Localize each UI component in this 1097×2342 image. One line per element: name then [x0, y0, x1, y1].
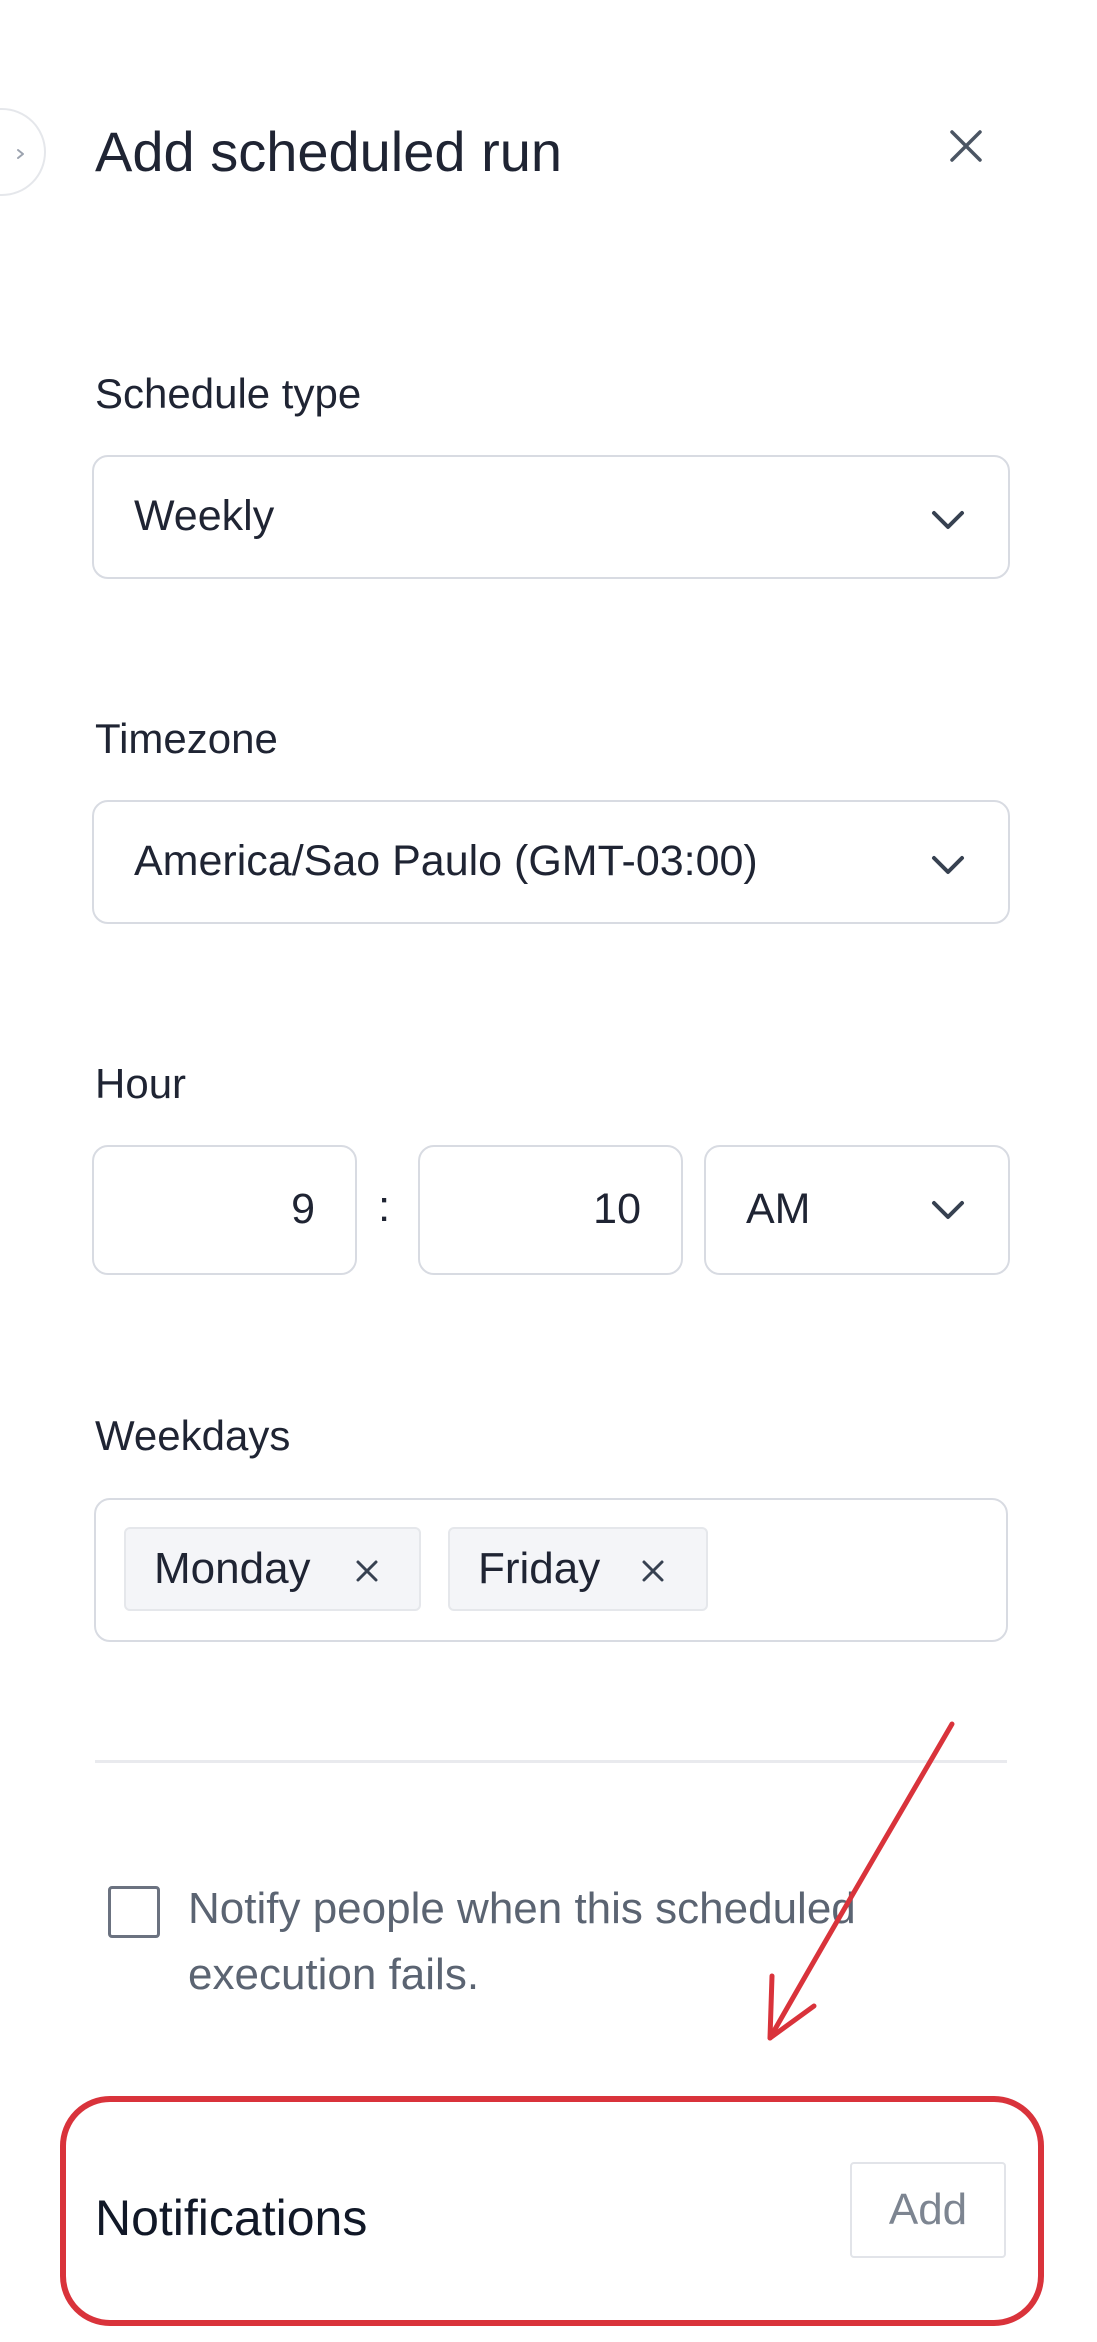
chevron-down-icon: [932, 511, 964, 529]
timezone-label: Timezone: [95, 715, 278, 762]
chevron-down-icon: [932, 856, 964, 874]
tag-label: Friday: [478, 1544, 601, 1593]
close-button[interactable]: [940, 120, 992, 172]
section-divider: [95, 1760, 1007, 1763]
weekday-tag-monday: Monday: [124, 1527, 421, 1611]
x-icon[interactable]: [640, 1558, 666, 1584]
close-icon: [950, 130, 982, 162]
timezone-value: America/Sao Paulo (GMT-03:00): [134, 837, 758, 885]
chevron-down-icon: [932, 1201, 964, 1219]
schedule-type-value: Weekly: [134, 492, 275, 540]
minute-input[interactable]: 10: [418, 1145, 683, 1275]
page-title: Add scheduled run: [95, 120, 563, 183]
x-icon[interactable]: [354, 1558, 380, 1584]
notify-checkbox-label[interactable]: Notify people when this scheduled execut…: [188, 1876, 988, 2008]
hour-input[interactable]: 9: [92, 1145, 357, 1275]
collapse-panel-button[interactable]: [0, 108, 46, 196]
tag-label: Monday: [154, 1544, 311, 1593]
am-pm-select[interactable]: AM: [704, 1145, 1010, 1275]
timezone-select[interactable]: America/Sao Paulo (GMT-03:00): [92, 800, 1010, 924]
chevron-right-icon: [17, 149, 24, 159]
hour-value: 9: [291, 1185, 315, 1233]
hour-label: Hour: [95, 1060, 187, 1107]
weekday-tag-friday: Friday: [448, 1527, 708, 1611]
weekdays-label: Weekdays: [95, 1412, 291, 1459]
minute-value: 10: [593, 1185, 641, 1233]
time-separator: :: [378, 1182, 391, 1231]
notify-checkbox[interactable]: [108, 1886, 160, 1938]
am-pm-value: AM: [746, 1185, 811, 1233]
schedule-type-select[interactable]: Weekly: [92, 455, 1010, 579]
schedule-type-label: Schedule type: [95, 370, 362, 417]
add-notification-button[interactable]: Add: [850, 2162, 1006, 2258]
notifications-heading: Notifications: [95, 2190, 368, 2246]
